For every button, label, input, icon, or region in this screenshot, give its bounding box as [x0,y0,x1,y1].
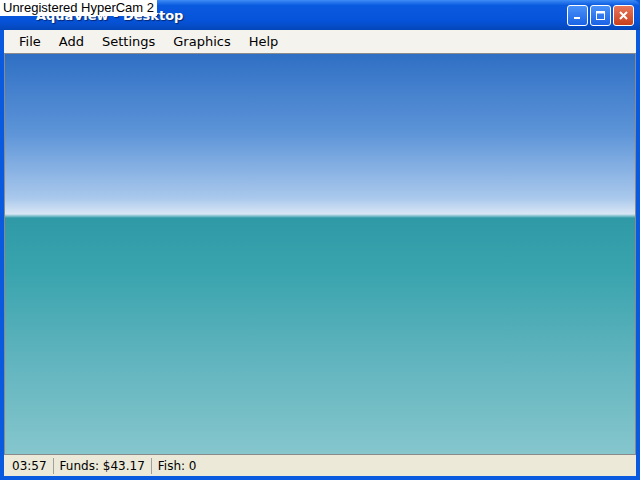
window-controls [567,5,634,26]
menu-bar: FileAddSettingsGraphicsHelp [4,30,636,53]
menu-item[interactable]: Help [240,31,288,52]
close-icon [618,10,629,21]
menu-item[interactable]: File [10,31,50,52]
app-window: AquaView - DesktopFileAddSettingsGraphic… [0,0,640,480]
minimize-icon [572,10,583,21]
menu-item[interactable]: Graphics [164,31,239,52]
close-button[interactable] [613,5,634,26]
minimize-button[interactable] [567,5,588,26]
menu-item[interactable]: Add [50,31,93,52]
status-item: Funds: $43.17 [53,458,151,474]
menu-item[interactable]: Settings [93,31,164,52]
recorder-watermark: Unregistered HyperCam 2 [0,0,157,16]
maximize-button[interactable] [590,5,611,26]
status-item: 03:57 [6,458,53,474]
status-bar: 03:57Funds: $43.17Fish: 0 [4,455,636,476]
scene-view[interactable] [4,53,636,455]
maximize-icon [595,10,606,21]
status-item: Fish: 0 [151,458,203,474]
